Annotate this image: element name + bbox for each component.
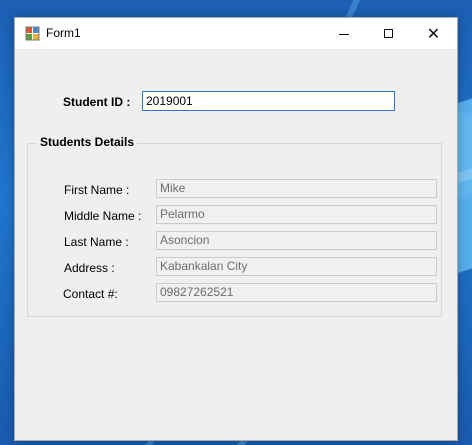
close-icon: ✕ xyxy=(426,23,441,43)
last-name-label: Last Name : xyxy=(64,235,129,249)
first-name-label: First Name : xyxy=(64,183,130,197)
first-name-field[interactable]: Mike xyxy=(156,179,437,198)
last-name-field[interactable]: Asoncion xyxy=(156,231,437,250)
middle-name-field[interactable]: Pelarmo xyxy=(156,205,437,224)
minimize-icon xyxy=(338,34,349,35)
minimize-button[interactable] xyxy=(321,18,366,49)
close-button[interactable]: ✕ xyxy=(411,18,456,49)
contact-label: Contact #: xyxy=(63,287,118,301)
form-window: Form1 ✕ Student ID : 2019001 Students De… xyxy=(14,17,458,441)
students-details-title: Students Details xyxy=(37,135,138,149)
maximize-button[interactable] xyxy=(366,18,411,49)
window-title: Form1 xyxy=(46,26,81,40)
middle-name-label: Middle Name : xyxy=(64,209,142,223)
form-content: Student ID : 2019001 Students Details Fi… xyxy=(15,49,457,440)
address-field[interactable]: Kabankalan City xyxy=(156,257,437,276)
address-label: Address : xyxy=(64,261,115,275)
student-id-input[interactable]: 2019001 xyxy=(142,91,395,111)
form-icon xyxy=(25,26,40,41)
title-bar[interactable]: Form1 ✕ xyxy=(15,18,457,50)
students-details-groupbox: Students Details First Name : Mike Middl… xyxy=(27,135,442,317)
student-id-label: Student ID : xyxy=(63,95,131,109)
contact-field[interactable]: 09827262521 xyxy=(156,283,437,302)
maximize-icon xyxy=(384,29,393,38)
